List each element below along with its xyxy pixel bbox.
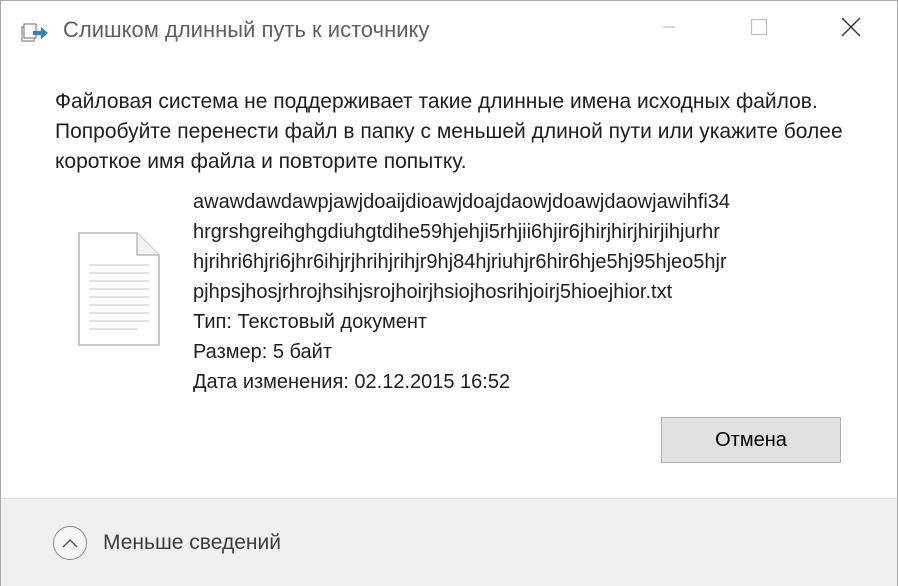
file-name-line: pjhpsjhosjrhrojhsihjsrojhoirjhsiojhosrih… xyxy=(193,281,673,303)
minimize-button[interactable] xyxy=(641,1,697,57)
text-document-icon xyxy=(77,231,161,347)
maximize-button[interactable] xyxy=(731,1,787,57)
file-details: awawdawdawpjawjdoaijdioawjdoajdaowjdoawj… xyxy=(193,187,873,397)
file-size: Размер: 5 байт xyxy=(193,341,332,363)
copy-move-icon xyxy=(21,21,49,43)
dialog-footer: Меньше сведений xyxy=(1,498,897,586)
maximize-icon xyxy=(750,18,768,41)
file-name-line: awawdawdawpjawjdoaijdioawjdoajdaowjdoawj… xyxy=(193,191,731,213)
close-button[interactable] xyxy=(823,1,879,57)
chevron-up-icon[interactable] xyxy=(53,526,87,560)
file-type: Тип: Текстовый документ xyxy=(193,311,428,333)
less-details-label[interactable]: Меньше сведений xyxy=(103,531,281,555)
cancel-button[interactable]: Отмена xyxy=(661,417,841,463)
error-message: Файловая система не поддерживает такие д… xyxy=(55,90,843,173)
close-icon xyxy=(841,17,861,42)
window-title: Слишком длинный путь к источнику xyxy=(63,17,430,42)
file-name-line: hrgrshgreihghgdiuhgtdihe59hjehji5rhjii6h… xyxy=(193,221,720,243)
dialog-window: Слишком длинный путь к источнику Файлова… xyxy=(0,0,898,586)
file-name-line: hjrihri6hjri6jhr6ihjrjhrihjrihjr9hj84hjr… xyxy=(193,251,727,273)
minimize-icon xyxy=(662,20,676,39)
file-modified-date: Дата изменения: 02.12.2015 16:52 xyxy=(193,371,511,393)
less-details-toggle[interactable]: Меньше сведений xyxy=(53,525,281,561)
title-bar[interactable]: Слишком длинный путь к источнику xyxy=(1,1,897,57)
